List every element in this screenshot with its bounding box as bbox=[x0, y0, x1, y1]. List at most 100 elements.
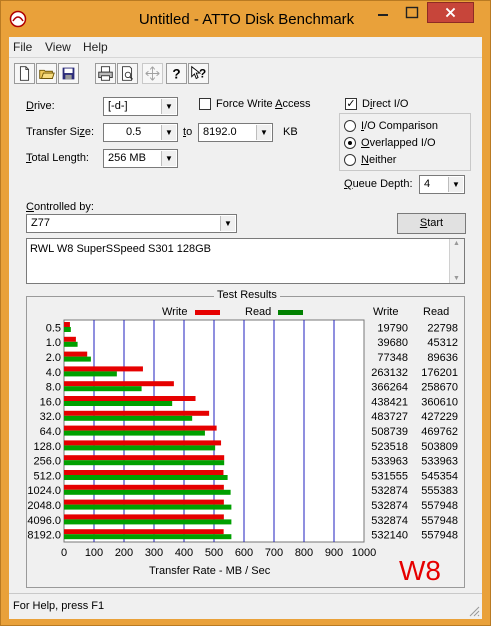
read-bar bbox=[64, 430, 205, 436]
print-icon[interactable] bbox=[95, 63, 116, 84]
y-category-label: 32.0 bbox=[40, 411, 61, 423]
write-bar bbox=[64, 470, 224, 475]
y-category-label: 4096.0 bbox=[27, 515, 61, 527]
print-preview-icon[interactable] bbox=[117, 63, 138, 84]
read-value: 360610 bbox=[421, 396, 458, 408]
write-bar bbox=[64, 381, 174, 387]
save-icon[interactable] bbox=[58, 63, 79, 84]
read-bar bbox=[64, 504, 232, 510]
read-value: 503809 bbox=[421, 441, 458, 453]
x-tick-label: 100 bbox=[85, 547, 103, 559]
write-value: 523518 bbox=[371, 441, 408, 453]
write-bar bbox=[64, 514, 224, 520]
read-bar bbox=[64, 401, 173, 406]
read-value: 258670 bbox=[421, 382, 458, 394]
read-value: 89636 bbox=[427, 352, 458, 364]
close-button[interactable] bbox=[427, 2, 474, 23]
w8-annotation: W8 bbox=[399, 555, 441, 586]
write-bar bbox=[64, 322, 70, 327]
y-category-label: 128.0 bbox=[33, 441, 61, 453]
menu-view[interactable]: View bbox=[45, 40, 71, 54]
y-category-label: 0.5 bbox=[46, 322, 61, 334]
read-bar bbox=[64, 519, 232, 525]
write-value: 39680 bbox=[377, 337, 408, 349]
y-category-label: 8192.0 bbox=[27, 530, 61, 542]
y-category-label: 8.0 bbox=[46, 382, 61, 394]
status-bar: For Help, press F1 bbox=[9, 593, 482, 619]
write-bar bbox=[64, 410, 210, 416]
read-bar bbox=[64, 327, 71, 332]
write-bar bbox=[64, 455, 225, 461]
y-category-label: 256.0 bbox=[33, 456, 61, 468]
read-value: 45312 bbox=[427, 337, 458, 349]
write-bar bbox=[64, 351, 88, 357]
toolbar: ? ? bbox=[9, 57, 482, 87]
svg-text:?: ? bbox=[199, 68, 206, 81]
resize-grip-icon[interactable] bbox=[468, 605, 480, 617]
x-tick-label: 600 bbox=[235, 547, 253, 559]
new-file-icon[interactable] bbox=[14, 63, 35, 84]
read-bar bbox=[64, 356, 91, 362]
write-bar bbox=[64, 366, 143, 372]
read-value: 557948 bbox=[421, 500, 458, 512]
x-axis-label: Transfer Rate - MB / Sec bbox=[149, 565, 271, 577]
read-bar bbox=[64, 489, 231, 495]
y-category-label: 512.0 bbox=[33, 470, 61, 482]
read-value: 469762 bbox=[421, 426, 458, 438]
read-value: 557948 bbox=[421, 530, 458, 542]
write-value: 438421 bbox=[371, 396, 408, 408]
write-value: 532874 bbox=[371, 500, 408, 512]
write-value: 532874 bbox=[371, 485, 408, 497]
menu-file[interactable]: File bbox=[13, 40, 32, 54]
write-value: 263132 bbox=[371, 367, 408, 379]
write-bar bbox=[64, 529, 224, 535]
write-value: 533963 bbox=[371, 456, 408, 468]
read-bar bbox=[64, 371, 117, 377]
write-bar bbox=[64, 499, 224, 505]
read-value: 176201 bbox=[421, 367, 458, 379]
move-icon[interactable] bbox=[142, 63, 163, 84]
write-bar bbox=[64, 440, 222, 446]
read-bar bbox=[64, 475, 228, 480]
read-bar bbox=[64, 415, 193, 421]
help-icon[interactable]: ? bbox=[166, 63, 187, 84]
x-tick-label: 1000 bbox=[352, 547, 376, 559]
write-value: 532140 bbox=[371, 530, 408, 542]
write-value: 508739 bbox=[371, 426, 408, 438]
write-bar bbox=[64, 484, 224, 490]
x-tick-label: 800 bbox=[295, 547, 313, 559]
write-value: 532874 bbox=[371, 515, 408, 527]
transfer-rate-chart: 0 100 200 300 400 500 600 700 800 900 1000 0.5 19790… bbox=[27, 319, 458, 559]
y-category-label: 2.0 bbox=[46, 352, 61, 364]
y-category-label: 16.0 bbox=[40, 396, 61, 408]
y-category-label: 2048.0 bbox=[27, 500, 61, 512]
status-text: For Help, press F1 bbox=[13, 600, 105, 612]
x-tick-label: 300 bbox=[145, 547, 163, 559]
read-bar bbox=[64, 445, 216, 451]
write-value: 19790 bbox=[377, 322, 408, 334]
minimize-button[interactable] bbox=[369, 2, 397, 23]
maximize-button[interactable] bbox=[398, 2, 426, 23]
read-bar bbox=[64, 341, 78, 347]
y-category-label: 4.0 bbox=[46, 367, 61, 379]
menu-bar: File View Help bbox=[9, 37, 482, 57]
read-value: 533963 bbox=[421, 456, 458, 468]
title-bar[interactable]: Untitled - ATTO Disk Benchmark bbox=[1, 1, 491, 37]
open-folder-icon[interactable] bbox=[36, 63, 57, 84]
menu-help[interactable]: Help bbox=[83, 40, 108, 54]
read-value: 555383 bbox=[421, 485, 458, 497]
main-panel: Drive: [-d-] ▼ Force Write Access ✓ Dire… bbox=[9, 87, 482, 593]
y-category-label: 64.0 bbox=[40, 426, 61, 438]
context-help-icon[interactable]: ? bbox=[188, 63, 209, 84]
x-tick-label: 400 bbox=[175, 547, 193, 559]
write-value: 531555 bbox=[371, 470, 408, 482]
svg-text:?: ? bbox=[172, 66, 180, 81]
read-value: 427229 bbox=[421, 411, 458, 423]
read-bar bbox=[64, 460, 225, 466]
y-category-label: 1.0 bbox=[46, 337, 61, 349]
read-value: 22798 bbox=[427, 322, 458, 334]
read-value: 557948 bbox=[421, 515, 458, 527]
read-bar bbox=[64, 386, 142, 392]
x-tick-label: 500 bbox=[205, 547, 223, 559]
write-value: 366264 bbox=[371, 382, 408, 394]
